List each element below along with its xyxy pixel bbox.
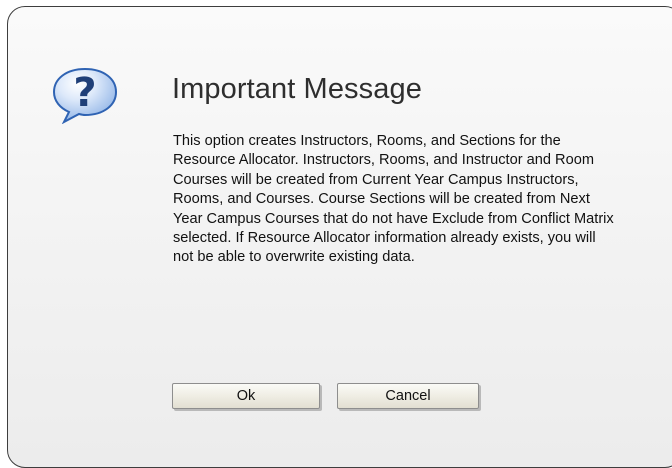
ok-button[interactable]: Ok	[172, 383, 320, 409]
dialog-title: Important Message	[172, 73, 422, 105]
cancel-button[interactable]: Cancel	[337, 383, 479, 409]
svg-text:?: ?	[73, 70, 96, 116]
dialog-message: This option creates Instructors, Rooms, …	[173, 133, 614, 266]
important-message-dialog: ? Important Message This option creates …	[7, 6, 672, 468]
question-mark-help-icon: ?	[50, 66, 120, 125]
